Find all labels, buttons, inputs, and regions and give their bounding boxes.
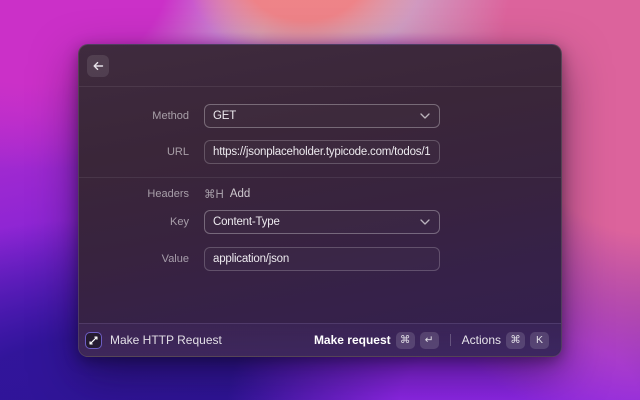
footer-divider bbox=[449, 334, 451, 346]
add-header-button[interactable]: ⌘H Add bbox=[204, 187, 250, 201]
key-label: Key bbox=[170, 216, 189, 228]
cmd-key-badge: ⌘ bbox=[395, 331, 415, 349]
header-key-dropdown[interactable]: Content-Type bbox=[204, 210, 440, 234]
url-label: URL bbox=[166, 146, 189, 158]
actions-button[interactable]: Actions ⌘ K bbox=[460, 330, 551, 351]
url-row: URL bbox=[79, 140, 561, 164]
url-input[interactable] bbox=[204, 140, 440, 164]
action-bar-left: Make HTTP Request bbox=[85, 331, 222, 349]
cmd-key-badge: ⌘ bbox=[506, 331, 525, 349]
http-request-app-icon bbox=[85, 331, 102, 349]
header-value-input[interactable] bbox=[204, 247, 440, 271]
back-button[interactable] bbox=[87, 54, 109, 77]
method-row: Method GET bbox=[79, 104, 561, 128]
app-name: Make HTTP Request bbox=[110, 333, 222, 347]
make-request-label: Make request bbox=[313, 333, 391, 347]
headers-row: Headers ⌘H Add bbox=[79, 187, 561, 201]
method-value: GET bbox=[213, 110, 237, 122]
method-label: Method bbox=[152, 110, 189, 122]
chevron-down-icon bbox=[420, 110, 430, 122]
section-divider bbox=[79, 177, 561, 178]
actions-label: Actions bbox=[461, 333, 501, 347]
method-dropdown[interactable]: GET bbox=[204, 104, 440, 128]
headers-label: Headers bbox=[147, 188, 189, 200]
header-key-value: Content-Type bbox=[213, 216, 280, 228]
desktop-wallpaper: Method GET URL Headers ⌘H bbox=[0, 0, 640, 400]
add-header-label: Add bbox=[229, 188, 251, 200]
arrow-left-icon bbox=[92, 60, 104, 72]
action-bar-right: Make request ⌘ ↵ Actions ⌘ K bbox=[312, 330, 551, 351]
return-key-badge: ↵ bbox=[419, 331, 439, 349]
window-header bbox=[79, 45, 561, 87]
add-header-shortcut: ⌘H bbox=[204, 189, 224, 201]
action-bar: Make HTTP Request Make request ⌘ ↵ Actio… bbox=[79, 323, 561, 356]
http-request-window: Method GET URL Headers ⌘H bbox=[78, 44, 562, 357]
make-request-button[interactable]: Make request ⌘ ↵ bbox=[312, 330, 441, 351]
header-value-row: Value bbox=[79, 247, 561, 271]
k-key-badge: K bbox=[530, 331, 549, 349]
chevron-down-icon bbox=[420, 216, 430, 228]
header-key-row: Key Content-Type bbox=[79, 210, 561, 234]
value-label: Value bbox=[161, 253, 189, 265]
request-form: Method GET URL Headers ⌘H bbox=[79, 87, 561, 271]
